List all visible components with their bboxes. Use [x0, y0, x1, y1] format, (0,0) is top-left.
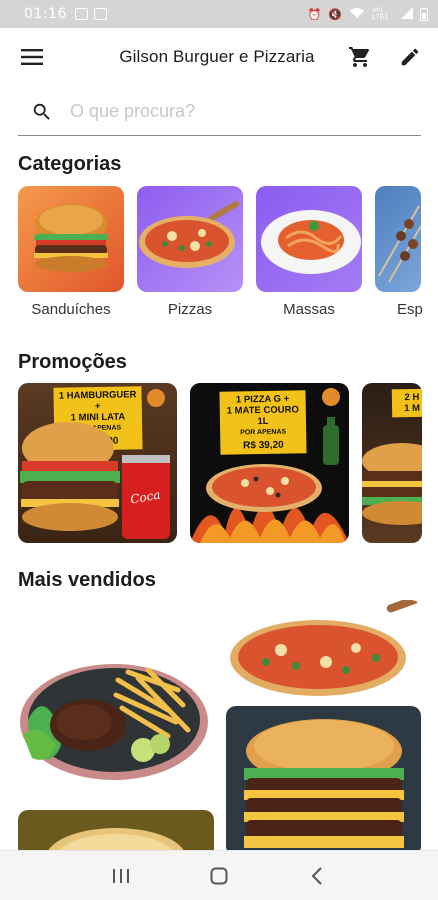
- battery-icon: [420, 7, 428, 21]
- product-image-pizza: [226, 600, 421, 700]
- promo-card[interactable]: 1 PIZZA G + 1 MATE COURO 1L POR APENAS R…: [190, 383, 349, 543]
- promotions-title: Promoções: [18, 351, 127, 373]
- product-tile[interactable]: [18, 810, 214, 850]
- image-icon: [74, 8, 88, 20]
- system-nav-bar: [0, 850, 438, 900]
- categories-title: Categorias: [18, 153, 122, 175]
- category-skewers[interactable]: Esp: [375, 186, 423, 326]
- search-icon[interactable]: [28, 98, 56, 126]
- category-label: Sanduíches: [31, 301, 111, 318]
- promo-card[interactable]: 1 HAMBURGUER + 1 MINI LATA POR APENAS R$…: [18, 383, 177, 543]
- promo-banner: 2 H 1 M: [391, 388, 422, 418]
- promo-banner: 1 HAMBURGUER + 1 MINI LATA POR APENAS R$…: [53, 386, 143, 451]
- category-label: Massas: [283, 301, 335, 318]
- svg-text:Coca: Coca: [129, 488, 161, 507]
- home-icon[interactable]: [203, 860, 235, 892]
- menu-icon[interactable]: [18, 43, 46, 71]
- wifi-icon: [349, 6, 365, 22]
- promo-line: 2 H: [404, 391, 420, 404]
- category-sandwiches[interactable]: Sanduíches: [18, 186, 124, 326]
- category-image-burger: [18, 186, 124, 292]
- network-label: Vo) LTE1: [372, 7, 389, 21]
- mute-icon: 🔇: [328, 8, 342, 21]
- product-tile[interactable]: [18, 630, 214, 800]
- status-bar: 01:16 ⏰ 🔇 Vo) LTE1: [0, 0, 438, 28]
- category-label: Esp: [397, 301, 423, 318]
- product-tile[interactable]: [226, 706, 421, 850]
- search-input[interactable]: [70, 101, 390, 122]
- notification-icon: [93, 8, 107, 20]
- category-image-skewers: [375, 186, 421, 292]
- promo-line: 1 HAMBURGUER +: [58, 389, 137, 413]
- best-sellers-grid: [18, 600, 421, 850]
- promo-line: POR APENAS: [240, 428, 287, 437]
- app-bar: Gilson Burguer e Pizzaria: [0, 28, 438, 86]
- category-image-pizza: [137, 186, 243, 292]
- promo-card[interactable]: 2 H 1 M: [362, 383, 422, 543]
- status-time: 01:16: [24, 6, 67, 22]
- search-bar: [18, 88, 421, 136]
- promo-line: 1 MATE COURO 1L: [226, 404, 299, 428]
- cart-icon[interactable]: [346, 43, 374, 71]
- product-tile[interactable]: [226, 600, 421, 700]
- promo-line: 1 M: [404, 402, 421, 415]
- app-title: Gilson Burguer e Pizzaria: [119, 47, 315, 66]
- promo-banner: 1 PIZZA G + 1 MATE COURO 1L POR APENAS R…: [219, 390, 307, 455]
- product-image-pizza-board: [18, 810, 214, 850]
- back-icon[interactable]: [301, 860, 333, 892]
- best-sellers-title: Mais vendidos: [18, 569, 156, 591]
- edit-icon[interactable]: [396, 43, 424, 71]
- promo-price: R$ 39,20: [243, 439, 284, 452]
- promo-line: POR APENAS: [75, 424, 122, 433]
- category-pizzas[interactable]: Pizzas: [137, 186, 243, 326]
- product-image-triple-burger: [226, 706, 421, 850]
- category-pasta[interactable]: Massas: [256, 186, 362, 326]
- recents-icon[interactable]: [105, 860, 137, 892]
- category-label: Pizzas: [167, 301, 213, 318]
- promo-price: R$ 11,90: [78, 435, 119, 448]
- categories-list: Sanduíches Pizzas Massas Esp: [18, 186, 438, 326]
- promotions-list: 1 HAMBURGUER + 1 MINI LATA POR APENAS R$…: [18, 383, 438, 543]
- product-image-steak-fries: [20, 664, 208, 780]
- alarm-icon: ⏰: [307, 8, 322, 21]
- category-image-pasta: [256, 186, 362, 292]
- signal-icon: [401, 6, 413, 22]
